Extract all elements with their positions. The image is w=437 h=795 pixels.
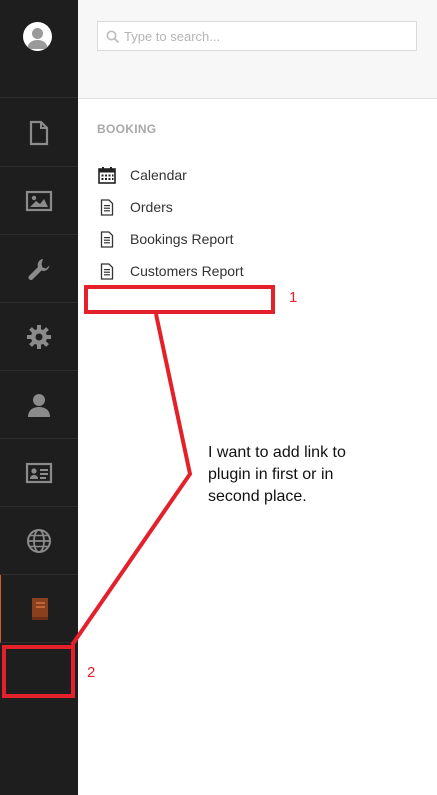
annotation-connector-line — [70, 313, 193, 647]
annotation-note: I want to add link to plugin in first or… — [208, 444, 346, 505]
